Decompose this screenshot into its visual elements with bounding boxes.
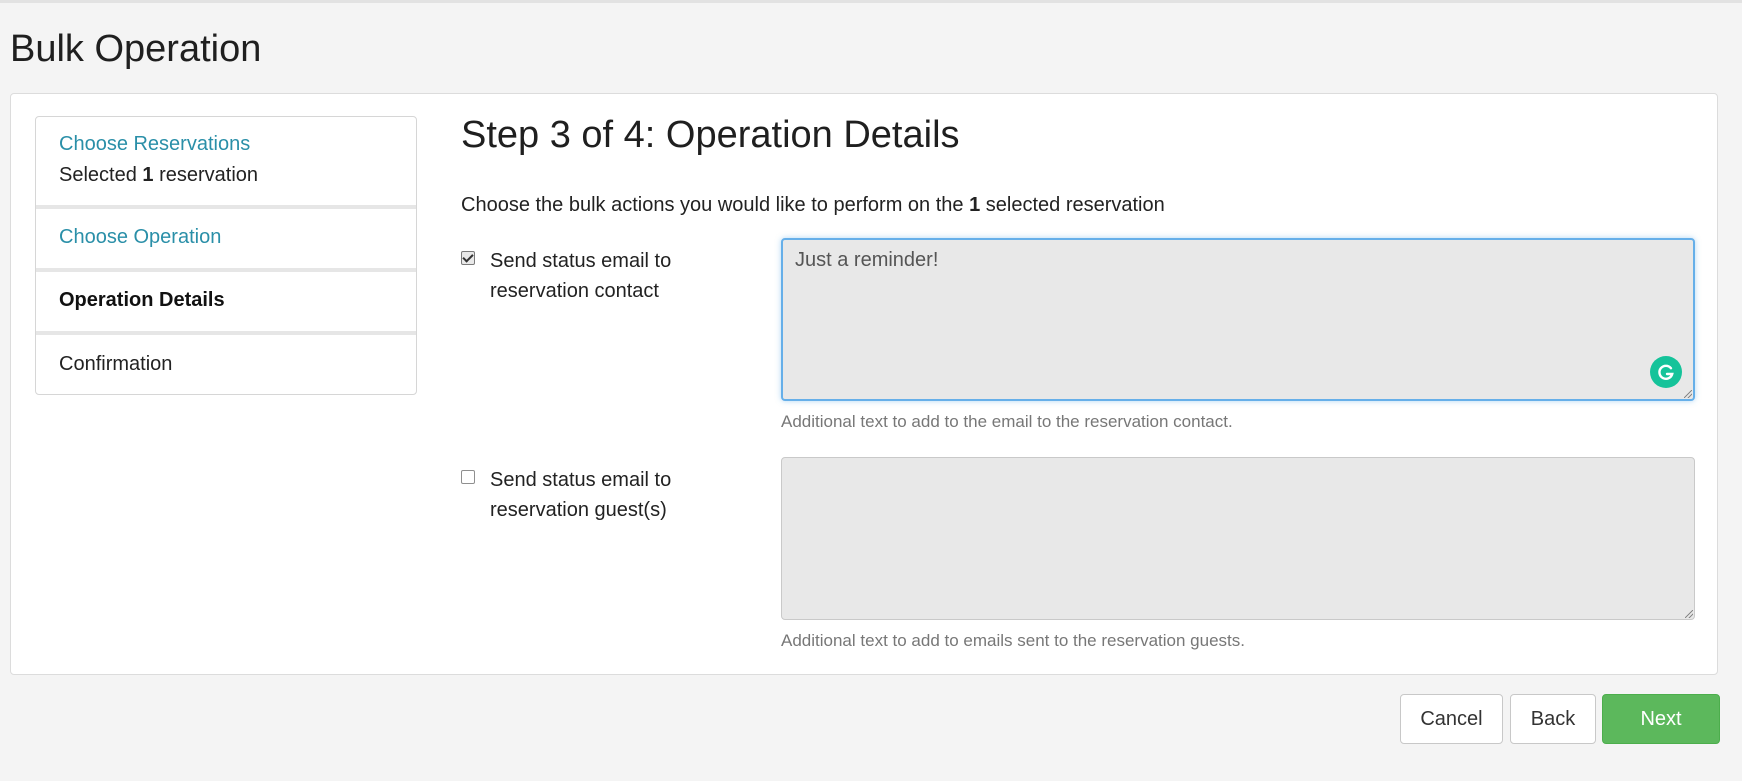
guests-email-help: Additional text to add to emails sent to… xyxy=(781,631,1245,650)
back-button[interactable]: Back xyxy=(1510,694,1596,744)
page-title: Bulk Operation xyxy=(10,28,262,70)
step-choose-reservations[interactable]: Choose Reservations Selected 1 reservati… xyxy=(36,117,416,209)
step-operation-details: Operation Details xyxy=(36,272,416,335)
step-choose-operation-link[interactable]: Choose Operation xyxy=(59,226,393,249)
step-operation-details-label: Operation Details xyxy=(59,289,225,311)
step-confirmation-label: Confirmation xyxy=(59,353,173,375)
wizard-panel: Choose Reservations Selected 1 reservati… xyxy=(10,93,1718,675)
selected-reservations-summary: Selected 1 reservation xyxy=(59,164,259,186)
contact-email-checkbox[interactable] xyxy=(461,251,475,265)
contact-email-help: Additional text to add to the email to t… xyxy=(781,412,1233,431)
contact-email-label[interactable]: Send status email to reservation contact xyxy=(490,246,720,306)
next-button[interactable]: Next xyxy=(1602,694,1720,744)
guests-email-label[interactable]: Send status email to reservation guest(s… xyxy=(490,465,720,525)
resize-handle-icon[interactable] xyxy=(1684,390,1692,398)
contact-email-textarea[interactable]: Just a reminder! xyxy=(781,238,1695,401)
resize-handle-icon[interactable] xyxy=(1685,610,1693,618)
step-choose-reservations-link[interactable]: Choose Reservations xyxy=(59,133,393,156)
selected-count: 1 xyxy=(142,164,154,186)
step-intro: Choose the bulk actions you would like t… xyxy=(461,194,1165,216)
contact-email-text: Just a reminder! xyxy=(795,249,939,271)
step-confirmation: Confirmation xyxy=(36,335,416,394)
intro-count: 1 xyxy=(969,194,981,216)
guests-email-option[interactable]: Send status email to reservation guest(s… xyxy=(461,465,720,525)
step-heading: Step 3 of 4: Operation Details xyxy=(461,114,960,156)
top-border xyxy=(0,0,1742,3)
guests-email-checkbox[interactable] xyxy=(461,470,475,484)
cancel-button[interactable]: Cancel xyxy=(1400,694,1503,744)
guests-email-textarea[interactable] xyxy=(781,457,1695,620)
step-choose-operation[interactable]: Choose Operation xyxy=(36,209,416,272)
step-content: Step 3 of 4: Operation Details Choose th… xyxy=(461,114,1699,650)
wizard-steps-nav: Choose Reservations Selected 1 reservati… xyxy=(35,116,417,395)
grammarly-icon[interactable] xyxy=(1650,356,1682,388)
contact-email-option[interactable]: Send status email to reservation contact xyxy=(461,246,720,306)
